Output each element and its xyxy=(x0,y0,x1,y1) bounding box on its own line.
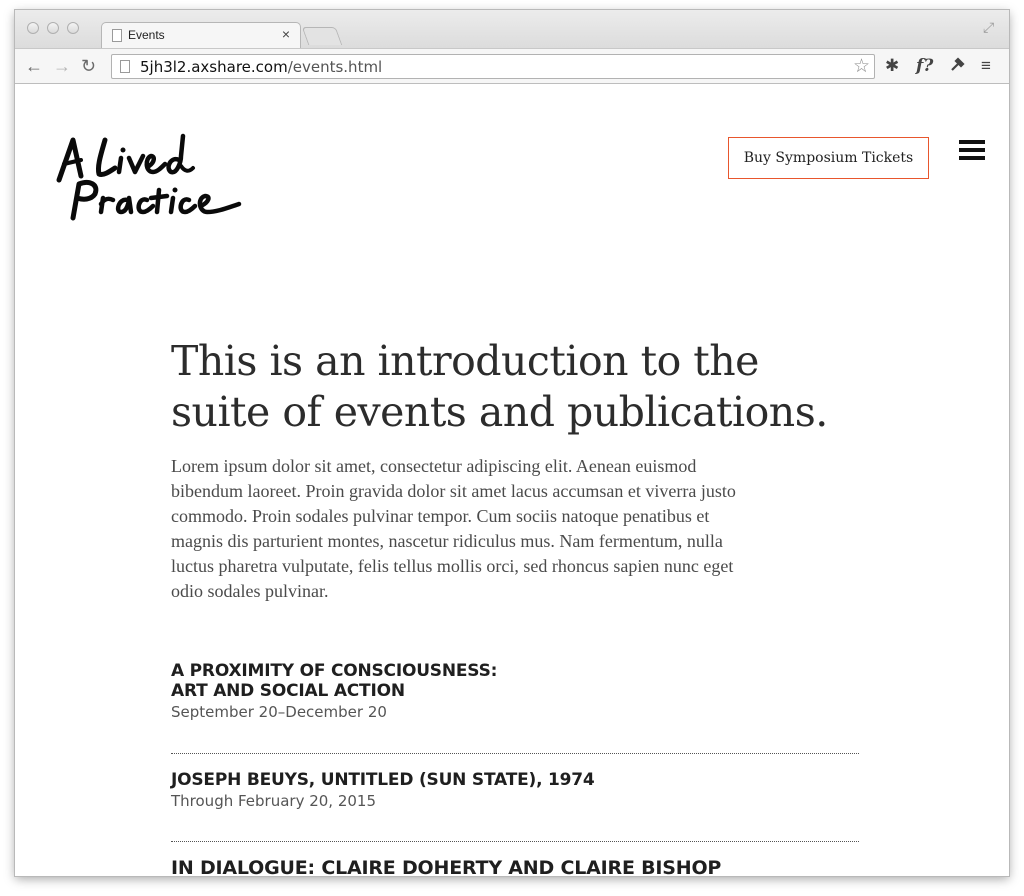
back-icon[interactable]: ← xyxy=(25,55,43,77)
event-title-line: In Dialogue: Claire Doherty and Claire B… xyxy=(171,857,722,876)
hamburger-menu-icon[interactable] xyxy=(959,140,985,160)
event-title-line: A Proximity of Consciousness: xyxy=(171,661,498,681)
event-item[interactable]: A Proximity of Consciousness: Art and So… xyxy=(171,661,859,722)
logo[interactable]: A Lived Practice xyxy=(55,132,245,232)
event-title[interactable]: In Dialogue: Claire Doherty and Claire B… xyxy=(171,858,859,876)
intro-body-line: magnis dis parturient montes, nascetur r… xyxy=(171,531,723,551)
tab-title: Events xyxy=(128,28,165,42)
event-title-line: Art and Social Action xyxy=(171,681,405,701)
event-item[interactable]: Joseph Beuys, Untitled (Sun State), 1974… xyxy=(171,770,859,811)
intro-body-line: Lorem ipsum dolor sit amet, consectetur … xyxy=(171,456,697,476)
event-title[interactable]: A Proximity of Consciousness: Art and So… xyxy=(171,661,859,701)
gear-icon[interactable]: ✱ xyxy=(885,55,899,77)
logo-text: A Lived Practice xyxy=(55,232,56,233)
tab-events[interactable]: Events × xyxy=(101,22,301,49)
zoom-window-button[interactable] xyxy=(67,22,79,34)
divider xyxy=(171,841,859,842)
close-window-button[interactable] xyxy=(27,22,39,34)
tab-close-button[interactable]: × xyxy=(282,26,290,42)
event-date: Through February 20, 2015 xyxy=(171,792,377,810)
page-content: A Lived Practice Buy Symposium Tickets T… xyxy=(15,84,1009,876)
title-bar: Events × ⤢ xyxy=(15,10,1009,49)
browser-window: Events × ⤢ ← → ↻ 5jh3l2.axshare.com/even… xyxy=(15,10,1009,876)
reload-icon[interactable]: ↻ xyxy=(81,55,96,77)
intro-title-line: This is an introduction to the xyxy=(171,337,759,385)
event-title[interactable]: Joseph Beuys, Untitled (Sun State), 1974 xyxy=(171,770,859,790)
page-icon xyxy=(120,60,130,73)
address-bar[interactable]: 5jh3l2.axshare.com/events.html ☆ xyxy=(111,54,875,79)
url-path: /events.html xyxy=(287,58,383,76)
star-icon[interactable]: ☆ xyxy=(853,55,870,78)
event-item[interactable]: In Dialogue: Claire Doherty and Claire B… xyxy=(171,858,859,876)
intro-body-line: bibendum laoreet. Proin gravida dolor si… xyxy=(171,481,736,501)
event-title-line: Joseph Beuys, Untitled (Sun State), 1974 xyxy=(171,770,595,790)
browser-menu-icon[interactable]: ≡ xyxy=(981,55,991,77)
forward-icon[interactable]: → xyxy=(53,55,71,77)
buy-symposium-tickets-button[interactable]: Buy Symposium Tickets xyxy=(728,137,929,179)
page-icon xyxy=(112,29,122,42)
url-host: 5jh3l2.axshare.com xyxy=(140,58,288,76)
intro-body-line: luctus pharetra vulputate, felis tellus … xyxy=(171,556,734,576)
intro-title: This is an introduction to the suite of … xyxy=(171,336,871,438)
event-date: September 20–December 20 xyxy=(171,703,387,721)
intro-body: Lorem ipsum dolor sit amet, consectetur … xyxy=(171,454,861,604)
minimize-window-button[interactable] xyxy=(47,22,59,34)
intro-body-line: commodo. Proin sodales pulvinar tempor. … xyxy=(171,506,710,526)
divider xyxy=(171,753,859,754)
font-icon[interactable]: f? xyxy=(916,55,933,77)
intro-body-line: odio sodales pulvinar. xyxy=(171,581,329,601)
wrench-icon[interactable] xyxy=(949,55,967,79)
fullscreen-icon[interactable]: ⤢ xyxy=(983,20,997,34)
intro-title-line: suite of events and publications. xyxy=(171,388,828,436)
url-text: 5jh3l2.axshare.com/events.html xyxy=(140,58,382,76)
browser-toolbar: ← → ↻ 5jh3l2.axshare.com/events.html ☆ ✱… xyxy=(15,48,1009,84)
new-tab-button[interactable] xyxy=(301,27,343,45)
